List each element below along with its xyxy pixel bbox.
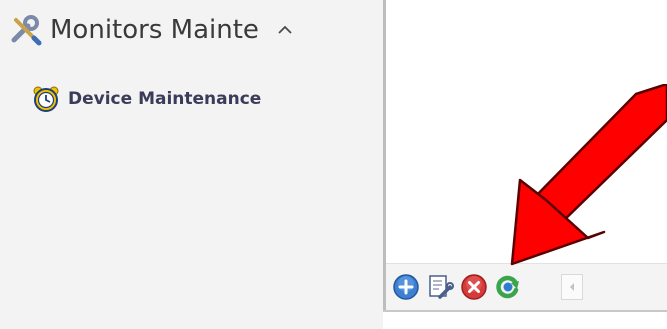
red-arrow-annotation: [510, 84, 667, 266]
content-bottom-border: [383, 310, 667, 312]
edit-button[interactable]: [426, 273, 454, 301]
sidebar: Monitors Mainten Device Maintenance: [0, 0, 383, 329]
alarm-clock-icon: [33, 86, 59, 112]
delete-button[interactable]: [460, 273, 488, 301]
sidebar-title: Monitors Mainten: [50, 15, 260, 45]
sidebar-item-label: Device Maintenance: [68, 89, 262, 109]
add-button[interactable]: [392, 273, 420, 301]
refresh-button[interactable]: [494, 273, 522, 301]
chevron-up-icon[interactable]: [274, 19, 296, 41]
scroll-left-icon: [570, 283, 574, 291]
scroll-left-button[interactable]: [561, 274, 583, 300]
sidebar-item-device-maintenance[interactable]: Device Maintenance: [32, 84, 261, 114]
tools-icon: [11, 15, 42, 46]
bottom-toolbar: [386, 263, 667, 311]
sidebar-header[interactable]: Monitors Mainten: [8, 10, 378, 50]
